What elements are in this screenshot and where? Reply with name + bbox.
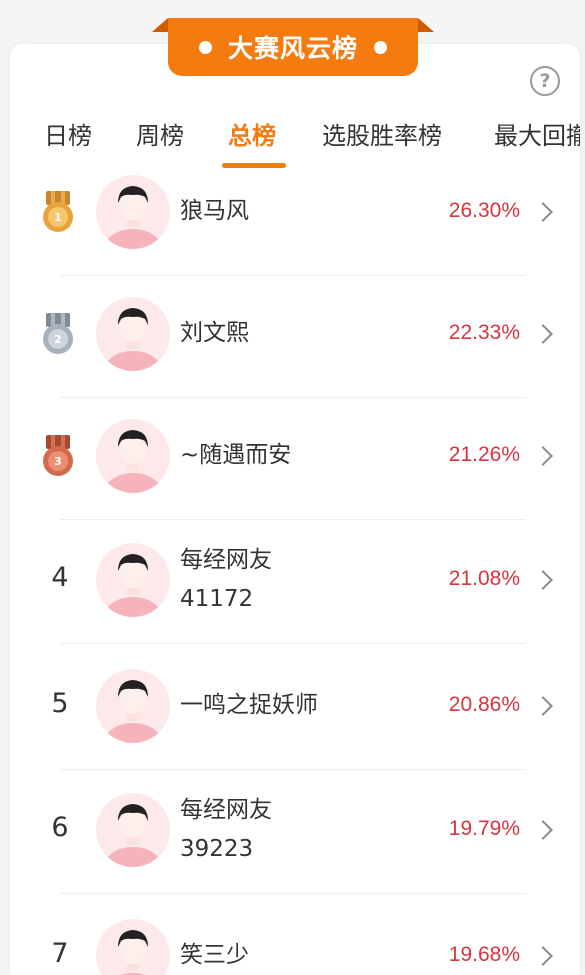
list-item[interactable]: 7 笑三少 19.68% xyxy=(10,898,580,975)
banner-fold-right xyxy=(418,18,434,32)
return-percent: 20.86% xyxy=(448,693,520,716)
default-user-icon xyxy=(103,430,163,493)
chevron-right-icon[interactable] xyxy=(533,570,553,590)
avatar[interactable] xyxy=(96,419,170,493)
chevron-right-icon[interactable] xyxy=(533,202,553,222)
rank-number: 7 xyxy=(51,938,69,969)
return-percent: 26.30% xyxy=(448,199,520,222)
row-divider xyxy=(60,519,526,520)
chevron-right-icon[interactable] xyxy=(533,446,553,466)
chevron-right-icon[interactable] xyxy=(533,696,553,716)
return-percent: 21.08% xyxy=(448,567,520,590)
medal-rank-number: 1 xyxy=(54,211,62,224)
banner-fold-left xyxy=(152,18,168,32)
banner-dot-left xyxy=(198,40,212,54)
list-item[interactable]: 1 狼马风 26.30% xyxy=(10,154,580,276)
rank-number: 6 xyxy=(51,812,69,843)
gold-medal-icon: 1 xyxy=(43,191,73,232)
help-icon[interactable]: ? xyxy=(530,66,560,96)
chevron-right-icon[interactable] xyxy=(533,324,553,344)
list-item[interactable]: 3 ~随遇而安 21.26% xyxy=(10,398,580,520)
tab-weekly[interactable]: 周榜 xyxy=(136,116,184,151)
bronze-medal-icon: 3 xyxy=(43,435,73,476)
default-user-icon xyxy=(103,804,163,867)
banner-body: 大赛风云榜 xyxy=(168,18,418,76)
row-divider xyxy=(60,769,526,770)
user-name: 狼马风 xyxy=(180,198,249,224)
tab-overall[interactable]: 总榜 xyxy=(228,116,276,151)
medal-rank-number: 2 xyxy=(54,333,62,346)
chevron-right-icon[interactable] xyxy=(533,820,553,840)
rank-number: 4 xyxy=(51,562,69,593)
user-name: 每经网友 xyxy=(180,547,272,573)
leaderboard-card: ? 日榜 周榜 总榜 选股胜率榜 最大回撤 1 狼马风 26.30% 2 刘文熙 22.3… xyxy=(10,44,580,975)
user-name-id: 39223 xyxy=(180,836,254,862)
return-percent: 22.33% xyxy=(448,321,520,344)
list-item[interactable]: 2 刘文熙 22.33% xyxy=(10,276,580,398)
tab-max-drawdown[interactable]: 最大回撤 xyxy=(494,116,580,151)
list-item[interactable]: 6 每经网友 39223 19.79% xyxy=(10,772,580,894)
avatar[interactable] xyxy=(96,297,170,371)
avatar[interactable] xyxy=(96,669,170,743)
user-name-id: 41172 xyxy=(180,586,254,612)
return-percent: 19.79% xyxy=(448,817,520,840)
default-user-icon xyxy=(103,554,163,617)
default-user-icon xyxy=(103,680,163,743)
avatar[interactable] xyxy=(96,793,170,867)
avatar[interactable] xyxy=(96,543,170,617)
medal-rank-number: 3 xyxy=(54,455,62,468)
default-user-icon xyxy=(103,186,163,249)
default-user-icon xyxy=(118,930,148,975)
list-item[interactable]: 5 一鸣之捉妖师 20.86% xyxy=(10,648,580,770)
default-user-icon xyxy=(103,308,163,371)
user-name: 一鸣之捉妖师 xyxy=(180,692,318,718)
tab-daily[interactable]: 日榜 xyxy=(44,116,92,151)
user-name: 刘文熙 xyxy=(180,320,249,346)
silver-medal-icon: 2 xyxy=(43,313,73,354)
user-name: ~随遇而安 xyxy=(180,442,292,468)
page-title: 大赛风云榜 xyxy=(227,34,358,63)
avatar[interactable] xyxy=(96,175,170,249)
list-item[interactable]: 4 每经网友 41172 21.08% xyxy=(10,522,580,644)
avatar[interactable] xyxy=(96,919,170,975)
banner-dot-right xyxy=(374,40,387,54)
rank-number: 5 xyxy=(51,688,69,719)
chevron-right-icon[interactable] xyxy=(533,946,553,966)
return-percent: 21.26% xyxy=(448,443,520,466)
row-divider xyxy=(60,893,526,894)
row-divider xyxy=(60,643,526,644)
user-name: 每经网友 xyxy=(180,797,272,823)
user-name: 笑三少 xyxy=(180,942,249,968)
tab-stock-win-rate[interactable]: 选股胜率榜 xyxy=(322,116,442,151)
title-banner: 大赛风云榜 xyxy=(152,16,434,76)
return-percent: 19.68% xyxy=(448,943,520,966)
